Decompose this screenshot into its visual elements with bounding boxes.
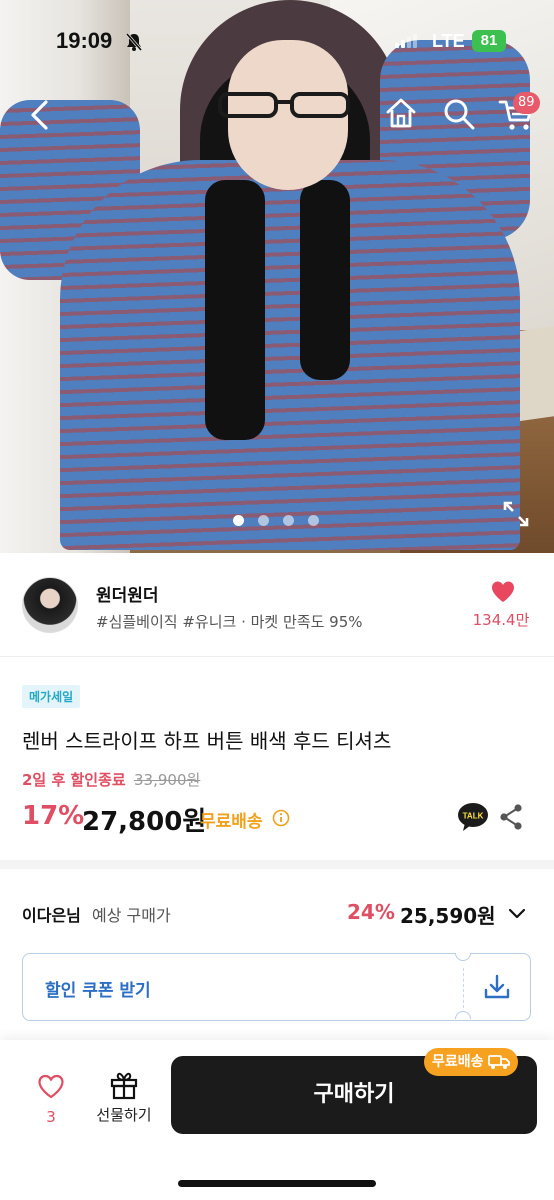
bottom-action-bar: 3 선물하기 구매하기 무료배송 xyxy=(0,1040,554,1200)
status-time: 19:09 xyxy=(56,28,113,53)
heart-icon[interactable] xyxy=(490,580,516,604)
model-hair-strand xyxy=(205,180,265,440)
gallery-dot[interactable] xyxy=(283,515,294,526)
product-title: 렌버 스트라이프 하프 버튼 배색 후드 티셔츠 xyxy=(22,729,392,753)
gift-label[interactable]: 선물하기 xyxy=(86,1104,162,1125)
expected-price-row[interactable]: 이다은님 예상 구매가 24% 25,590원 xyxy=(0,878,554,948)
sale-price: 27,800원 xyxy=(82,807,207,837)
shop-name[interactable]: 원더원더 xyxy=(96,581,159,606)
cart-count-badge: 89 xyxy=(513,92,540,114)
coupon-label: 할인 쿠폰 받기 xyxy=(45,981,151,1001)
kakao-talk-icon[interactable]: TALK xyxy=(457,802,489,832)
gallery-dot[interactable] xyxy=(258,515,269,526)
sale-deadline: 2일 후 할인종료 xyxy=(22,771,126,789)
gallery-dot[interactable] xyxy=(233,515,244,526)
shop-tags: #심플베이직 #유니크 · 마켓 만족도 95% xyxy=(96,613,363,631)
expand-icon[interactable] xyxy=(502,500,530,528)
battery-indicator: 81 xyxy=(472,30,506,52)
share-icon[interactable] xyxy=(498,803,524,831)
free-shipping-badge-label: 무료배송 xyxy=(432,1054,484,1070)
model-hair-strand xyxy=(300,180,350,380)
gallery-dot[interactable] xyxy=(308,515,319,526)
home-icon[interactable] xyxy=(384,96,418,130)
free-shipping-badge: 무료배송 xyxy=(424,1048,518,1076)
user-name: 이다은님 xyxy=(22,906,81,925)
original-price: 33,900원 xyxy=(134,771,201,789)
network-type: LTE xyxy=(432,31,465,51)
gift-icon[interactable] xyxy=(109,1070,139,1100)
download-icon[interactable] xyxy=(483,974,511,1000)
home-indicator[interactable] xyxy=(178,1180,376,1187)
expected-discount: 24% xyxy=(347,900,395,924)
expected-price: 25,590원 xyxy=(400,904,496,928)
model-glasses xyxy=(218,92,350,118)
coupon-notch xyxy=(455,1011,471,1019)
expected-price-label: 예상 구매가 xyxy=(92,906,171,925)
product-info: 메가세일 렌버 스트라이프 하프 버튼 배색 후드 티셔츠 2일 후 할인종료 … xyxy=(0,657,554,869)
chevron-down-icon[interactable] xyxy=(506,903,528,925)
info-icon[interactable] xyxy=(272,809,290,827)
signal-icon xyxy=(395,34,417,48)
coupon-download-button[interactable]: 할인 쿠폰 받기 xyxy=(22,953,531,1021)
status-bar: 19:09 LTE 81 xyxy=(0,28,554,60)
wishlist-count: 3 xyxy=(46,1108,56,1126)
shop-avatar[interactable] xyxy=(22,577,78,633)
discount-rate: 17% xyxy=(22,801,85,831)
product-image[interactable] xyxy=(0,0,554,553)
truck-icon xyxy=(487,1055,510,1069)
svg-text:TALK: TALK xyxy=(463,812,484,821)
gallery-pagination xyxy=(233,515,319,526)
wishlist-heart-icon[interactable] xyxy=(37,1074,65,1100)
model-striped-shirt xyxy=(60,160,520,550)
silent-bell-icon xyxy=(125,33,143,51)
shop-info[interactable]: 원더원더 #심플베이직 #유니크 · 마켓 만족도 95% 134.4만 xyxy=(0,553,554,657)
mega-sale-badge: 메가세일 xyxy=(22,685,81,708)
back-chevron-icon[interactable] xyxy=(26,98,56,132)
coupon-divider xyxy=(463,968,464,1008)
free-shipping-label: 무료배송 xyxy=(200,812,263,832)
search-icon[interactable] xyxy=(442,97,476,131)
shop-like-count: 134.4만 xyxy=(472,611,530,629)
